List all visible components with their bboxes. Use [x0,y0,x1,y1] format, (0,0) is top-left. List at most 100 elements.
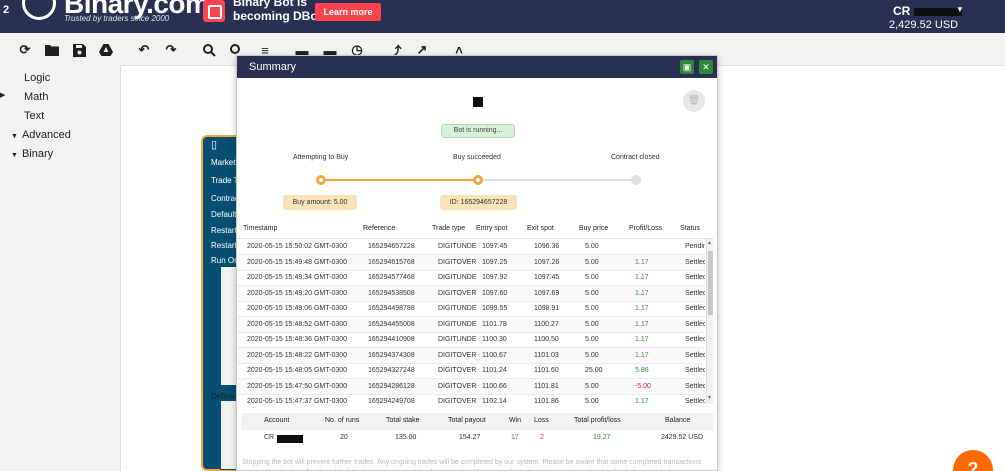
cell-exit-spot: 1096.36 [534,243,560,250]
promo-title: Binary Bot is becoming DBot [233,0,322,23]
step-dot-buy-succeeded [473,175,483,185]
reset-icon[interactable]: ⟳ [17,42,33,58]
sidebar-item-advanced[interactable]: ▼ Advanced [11,129,71,141]
table-row[interactable]: 2020-05-15 15:49:06 GMT-0300 165294498788… [237,301,705,317]
table-row[interactable]: 2020-05-15 15:48:05 GMT-0300 165294327248… [237,363,705,379]
block-label-market: Market [211,158,236,167]
dialog-title: Summary [249,61,297,73]
table-scrollbar[interactable]: ▲ ▼ [706,239,713,404]
cell-timestamp: 2020-05-15 15:47:50 GMT-0300 [247,382,348,390]
cell-status: Settlec [685,382,705,390]
trades-table-body[interactable]: 2020-05-15 15:50:02 GMT-0300 165294657228… [237,239,705,404]
cell-profit-loss: 1.17 [635,305,649,312]
cell-timestamp: 2020-05-15 15:49:20 GMT-0300 [247,289,348,297]
save-summary-icon[interactable]: ▣ [680,60,694,74]
cell-exit-spot: 1101.86 [534,398,559,404]
scroll-down-icon[interactable]: ▼ [707,395,712,401]
google-drive-icon[interactable] [98,42,114,58]
cell-trade-type: DIGITOVER [438,289,477,297]
save-icon[interactable] [71,42,87,58]
table-row[interactable]: 2020-05-15 15:48:22 GMT-0300 165294374308… [237,347,705,364]
dbot-promo-icon [203,0,225,22]
sidebar-item-label: Logic [24,72,51,84]
sidebar-item-label: Text [24,110,45,122]
cell-buy-price: 5.00 [585,289,599,297]
cell-timestamp: 2020-05-15 15:47:37 GMT-0300 [247,398,348,404]
redo-icon[interactable]: ↷ [163,42,179,58]
cell-exit-spot: 1100.50 [534,336,559,343]
cell-entry-spot: 1100.30 [482,336,507,343]
col-win: Win [509,417,522,424]
cell-trade-type: DIGITOVER [438,382,477,390]
cell-profit-loss: -5.00 [635,382,651,390]
sidebar-item-binary[interactable]: ▼ Binary [11,148,53,160]
zoom-in-icon[interactable] [201,42,217,58]
step-dot-contract-closed [631,175,641,185]
cell-timestamp: 2020-05-15 15:48:22 GMT-0300 [247,351,348,359]
table-row[interactable]: 2020-05-15 15:49:34 GMT-0300 165294577468… [237,270,705,286]
col-total-payout: Total payout [448,417,486,424]
col-profit-loss: Profit/Loss [629,225,663,232]
sidebar-item-label: Math [24,91,49,103]
contract-id-chip[interactable]: ID: 165294657228 [440,195,517,210]
table-row[interactable]: 2020-05-15 15:49:48 GMT-0300 165294615768… [237,254,705,271]
scroll-up-icon[interactable]: ▲ [707,240,712,246]
cell-status: Settlec [685,289,705,297]
cell-timestamp: 2020-05-15 15:49:48 GMT-0300 [247,258,348,266]
cell-timestamp: 2020-05-15 15:49:34 GMT-0300 [247,274,348,281]
cell-entry-spot: 1097.25 [482,258,508,266]
cell-reference: 165294657228 [368,243,415,250]
cell-exit-spot: 1101.60 [534,367,559,374]
table-row[interactable]: 2020-05-15 15:49:20 GMT-0300 165294538508… [237,285,705,302]
sidebar-item-logic[interactable]: Logic [20,72,50,84]
cell-status: Pendin [685,243,705,250]
close-icon[interactable]: ✕ [699,60,713,74]
cell-entry-spot: 1099.55 [482,305,508,312]
sidebar-item-text[interactable]: Text [20,110,44,122]
table-row[interactable]: 2020-05-15 15:47:50 GMT-0300 165294286128… [237,378,705,395]
summary-account-redacted [277,435,303,443]
cell-reference: 165294455008 [368,320,415,328]
undo-icon[interactable]: ↶ [136,42,152,58]
promo-line-1: Binary Bot is [233,0,308,9]
sidebar-item-math[interactable]: Math [20,91,48,103]
cell-reference: 165294286128 [368,382,415,390]
block-label-contract: Contrac [211,194,240,203]
table-row[interactable]: 2020-05-15 15:48:36 GMT-0300 165294410908… [237,332,705,348]
clear-stat-icon[interactable]: 🗑 [683,90,705,112]
scroll-thumb[interactable] [708,251,713,315]
step-label-contract-closed: Contract closed [611,154,660,161]
cell-buy-price: 5.00 [585,382,599,390]
account-caret-icon[interactable]: ▼ [956,5,964,14]
col-balance: Balance [665,417,691,424]
learn-more-button[interactable]: Learn more [315,3,381,21]
col-entry-spot: Entry spot [476,225,508,232]
stop-bot-icon[interactable] [473,97,483,107]
col-exit-spot: Exit spot [527,225,554,232]
account-switcher[interactable]: CR [893,4,963,18]
cell-timestamp: 2020-05-15 15:49:06 GMT-0300 [247,305,348,312]
table-row[interactable]: 2020-05-15 15:50:02 GMT-0300 165294657228… [237,239,705,255]
sidebar-item-label: Advanced [21,129,71,141]
cell-status: Settlec [685,336,705,343]
col-reference: Reference [363,225,396,232]
cell-buy-price: 5.00 [585,320,599,328]
cell-status: Settlec [685,320,705,328]
cell-exit-spot: 1097.69 [534,289,560,297]
cell-entry-spot: 1100.66 [482,382,507,390]
binary-logo-icon[interactable] [22,0,56,20]
cell-reference: 165294615768 [368,258,415,266]
caret-down-icon: ▼ [11,133,18,140]
open-folder-icon[interactable] [44,42,60,58]
dialog-header[interactable]: Summary ▣ ✕ [237,56,717,78]
cell-buy-price: 25.00 [585,367,603,374]
cell-exit-spot: 1100.27 [534,320,559,328]
summary-account-prefix: CR [264,434,275,441]
summary-row: CR 20 135.00 154.27 17 2 19.27 2429.52 U… [241,430,713,447]
col-account: Account [264,417,290,424]
trades-table-header: Timestamp Reference Trade type Entry spo… [237,221,713,239]
table-row[interactable]: 2020-05-15 15:47:37 GMT-0300 165294249708… [237,394,705,404]
app-header: Binary.com Trusted by traders since 2000… [0,0,1005,33]
bot-status-badge: Bot is running... [441,124,515,138]
table-row[interactable]: 2020-05-15 15:48:52 GMT-0300 165294455008… [237,316,705,333]
